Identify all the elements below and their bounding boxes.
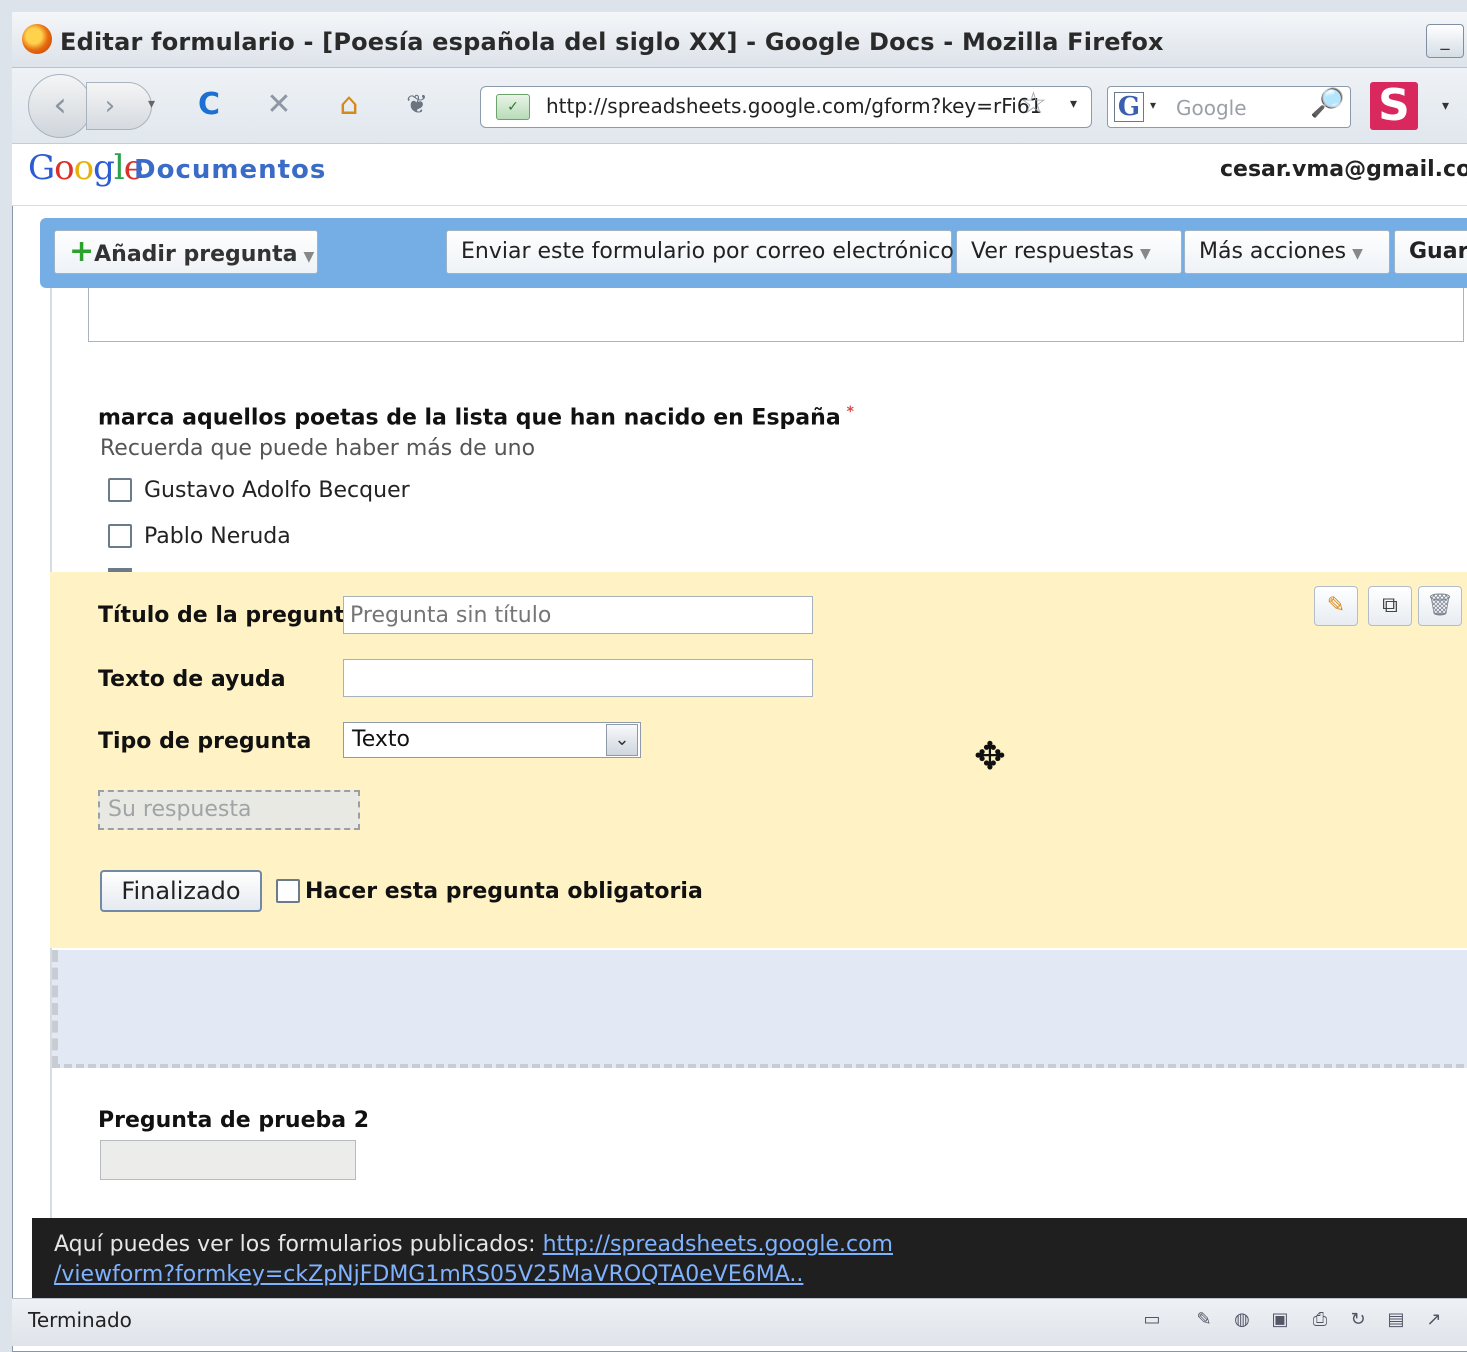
history-dropdown-icon[interactable]: ▾ xyxy=(148,96,155,112)
add-question-label: Añadir pregunta xyxy=(94,242,298,267)
home-button[interactable]: ⌂ xyxy=(328,84,370,126)
documentos-logo[interactable]: Documentos xyxy=(134,155,326,185)
help-text-input[interactable] xyxy=(343,659,813,697)
question-title: marca aquellos poetas de la lista que ha… xyxy=(98,404,854,430)
search-input[interactable]: Google xyxy=(1176,96,1247,120)
firefox-logo-icon xyxy=(22,24,52,54)
site-identity-icon[interactable]: ✓ xyxy=(496,94,530,120)
search-engine-dropdown-icon[interactable]: ▾ xyxy=(1150,98,1156,112)
question-help-text: Recuerda que puede haber más de uno xyxy=(100,436,536,461)
user-email: cesar.vma@gmail.com xyxy=(1220,157,1467,182)
google-logo-letter: l xyxy=(113,148,125,188)
notification-text: Aquí puedes ver los formularios publicad… xyxy=(54,1230,893,1290)
addon-dropdown-icon[interactable]: ▾ xyxy=(1442,98,1449,114)
search-icon[interactable]: 🔎 xyxy=(1310,86,1345,119)
google-logo-letter: G xyxy=(28,148,55,188)
move-icon[interactable]: ✥ xyxy=(974,734,1006,778)
bookmark-star-icon[interactable]: ☆ xyxy=(1020,86,1047,121)
save-button[interactable]: Guardar xyxy=(1394,230,1467,274)
option-checkbox[interactable] xyxy=(108,524,132,548)
stop-button[interactable]: ✕ xyxy=(258,84,300,126)
required-mark: * xyxy=(846,404,854,420)
more-actions-label: Más acciones xyxy=(1199,239,1347,264)
option-label: Gustavo Adolfo Becquer xyxy=(144,478,410,503)
refresh-icon[interactable]: ↻ xyxy=(1344,1305,1372,1333)
required-label: Hacer esta pregunta obligatoria xyxy=(305,879,703,904)
status-text: Terminado xyxy=(28,1308,132,1332)
question-title-text: marca aquellos poetas de la lista que ha… xyxy=(98,405,841,431)
form-description-textarea[interactable] xyxy=(88,288,1464,342)
option-checkbox[interactable] xyxy=(108,478,132,502)
url-dropdown-icon[interactable]: ▾ xyxy=(1070,96,1077,112)
addon-s-icon[interactable]: S xyxy=(1370,82,1418,130)
done-button[interactable]: Finalizado xyxy=(100,870,262,912)
minimize-button[interactable]: _ xyxy=(1426,24,1464,58)
disk-icon[interactable]: ▣ xyxy=(1266,1305,1294,1333)
answer-preview xyxy=(100,1140,356,1180)
plus-icon: + xyxy=(69,234,95,269)
chart-icon[interactable]: ↗ xyxy=(1420,1305,1448,1333)
window-title: Editar formulario - [Poesía española del… xyxy=(60,28,1164,56)
back-button[interactable]: ‹ xyxy=(28,74,92,138)
required-checkbox[interactable] xyxy=(276,879,300,903)
question-type-label: Tipo de pregunta xyxy=(98,729,312,754)
view-responses-button[interactable]: Ver respuestas ▼ xyxy=(956,230,1182,274)
trash-icon[interactable]: 🗑 xyxy=(1418,586,1462,626)
printer-icon[interactable]: ⎙ xyxy=(1306,1305,1334,1333)
drop-zone xyxy=(52,950,1467,1068)
google-logo-letter: o xyxy=(73,148,95,188)
email-form-button[interactable]: Enviar este formulario por correo electr… xyxy=(446,230,954,274)
globe-icon[interactable]: ◍ xyxy=(1228,1305,1256,1333)
google-logo[interactable]: Google xyxy=(28,148,144,188)
duplicate-icon[interactable]: ⧉ xyxy=(1368,586,1412,626)
view-responses-label: Ver respuestas xyxy=(971,239,1134,264)
notification-message: Aquí puedes ver los formularios publicad… xyxy=(54,1232,543,1257)
chevron-down-icon: ▼ xyxy=(303,249,315,265)
chevron-down-icon: ▼ xyxy=(1352,246,1363,262)
tools-icon[interactable]: ❦ xyxy=(396,84,438,126)
question-type-select[interactable]: Texto xyxy=(343,722,641,758)
chevron-down-icon: ▼ xyxy=(1139,246,1151,262)
search-engine-icon[interactable]: G xyxy=(1114,92,1144,122)
more-actions-button[interactable]: Más acciones ▼ xyxy=(1184,230,1390,274)
question-title: Pregunta de prueba 2 xyxy=(98,1108,370,1133)
pencil-icon[interactable]: ✎ xyxy=(1190,1305,1218,1333)
help-text-label: Texto de ayuda xyxy=(98,667,286,692)
edit-pencil-icon[interactable]: ✎ xyxy=(1314,586,1358,626)
forward-button[interactable]: › xyxy=(86,82,152,130)
google-logo-letter: o xyxy=(54,148,75,188)
option-label: Pablo Neruda xyxy=(144,524,291,549)
add-question-button[interactable]: +Añadir pregunta ▼ xyxy=(54,230,318,274)
published-form-link-cont[interactable]: /viewform?formkey=ckZpNjFDMG1mRS05V25MaV… xyxy=(54,1262,803,1287)
reload-button[interactable]: C xyxy=(188,84,230,126)
published-form-link[interactable]: http://spreadsheets.google.com xyxy=(543,1232,893,1257)
answer-preview: Su respuesta xyxy=(98,790,360,830)
question-title-input[interactable] xyxy=(343,596,813,634)
url-text[interactable]: http://spreadsheets.google.com/gform?key… xyxy=(546,94,1042,118)
title-label: Título de la pregunta xyxy=(98,603,360,628)
google-logo-letter: g xyxy=(93,148,115,188)
chevron-down-icon[interactable]: ⌄ xyxy=(606,724,638,756)
note-icon[interactable]: ▤ xyxy=(1382,1305,1410,1333)
page-info-icon[interactable]: ▭ xyxy=(1138,1305,1166,1333)
